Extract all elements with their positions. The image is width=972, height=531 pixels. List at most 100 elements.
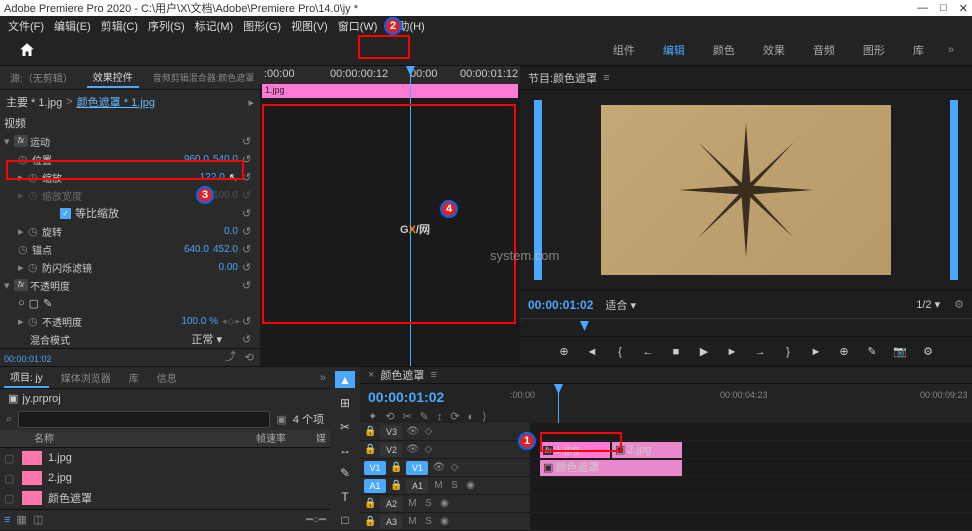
next-kf-icon[interactable]: ▸ [235,316,240,327]
stopwatch-icon[interactable]: ◷ [28,315,40,328]
solo-icon[interactable]: S [448,480,460,491]
prop-opacity-fx[interactable]: 不透明度 [30,278,242,293]
ws-editing[interactable]: 编辑 [649,36,699,64]
track-v3[interactable]: V3 [380,425,402,439]
lock-icon[interactable]: 🔒 [390,480,402,491]
snap-icon[interactable]: ✦ [368,410,377,423]
loop-icon[interactable]: ⟲ [245,351,254,364]
lift-icon[interactable]: ⊕ [835,343,853,361]
val-rotation[interactable]: 0.0 [224,226,238,237]
mute-icon[interactable]: M [432,480,444,491]
track-a1[interactable]: A1 [406,479,428,493]
track-v1-src[interactable]: V1 [364,461,386,475]
col-name[interactable]: 名称 [34,430,256,447]
mask-ellipse-icon[interactable]: ○ [18,297,25,309]
track-v1[interactable]: V1 [406,461,428,475]
button-editor-icon[interactable]: ⚙ [919,343,937,361]
search-input[interactable] [18,411,270,428]
menu-file[interactable]: 文件(F) [4,18,48,32]
step-fwd-icon[interactable]: ► [723,343,741,361]
min-btn[interactable]: — [917,2,928,15]
reset-icon[interactable]: ↺ [242,261,256,274]
list-view-icon[interactable]: ≡ [4,514,10,526]
program-frame[interactable] [601,105,891,275]
ws-overflow-icon[interactable]: » [948,44,954,56]
reset-icon[interactable]: ↺ [242,333,256,346]
menu-marker[interactable]: 标记(M) [191,18,238,32]
step-back-icon[interactable]: ← [639,343,657,361]
tab-project[interactable]: 项目: jy [4,367,49,388]
stopwatch-icon[interactable]: ◷ [28,225,40,238]
solo-icon[interactable]: S [422,498,434,509]
project-item[interactable]: ▢颜色遮罩 [0,488,330,508]
tab-effect-controls[interactable]: 效果控件 [87,67,139,88]
program-scrubber[interactable] [520,318,972,336]
ws-color[interactable]: 颜色 [699,36,749,64]
tab-audio-mixer[interactable]: 音频剪辑混合器:颜色遮罩 [147,69,261,86]
reset-icon[interactable]: ↺ [242,153,256,166]
project-item[interactable]: ▢2.jpg [0,468,330,488]
menu-view[interactable]: 视图(V) [287,18,332,32]
wrench-icon[interactable]: ↕ [437,411,443,423]
prev-kf-icon[interactable]: ◂ [222,316,227,327]
zoom-dropdown[interactable]: 1/2 ▾ [916,298,940,311]
ws-libraries[interactable]: 库 [899,36,938,64]
reset-icon[interactable]: ↺ [242,171,256,184]
blend-dropdown[interactable]: 正常 ▾ [191,331,222,347]
menu-window[interactable]: 窗口(W) [334,18,382,32]
menu-clip[interactable]: 剪辑(C) [97,18,142,32]
menu-edit[interactable]: 编辑(E) [50,18,95,32]
clip-matte[interactable]: ▣颜色遮罩 [540,460,682,476]
reset-icon[interactable]: ↺ [242,243,256,256]
rect-tool[interactable]: □ [335,512,355,529]
toggle-output-icon[interactable]: 👁 [432,462,444,473]
reset-icon[interactable]: ↺ [242,225,256,238]
prop-motion[interactable]: 运动 [30,134,242,149]
track-select-tool[interactable]: ⊞ [335,394,355,411]
slip-tool[interactable]: ↔ [335,441,355,458]
reset-icon[interactable]: ↺ [242,279,256,292]
marker-icon[interactable]: ✂ [402,410,411,423]
panel-menu-icon[interactable]: ≡ [430,369,436,381]
track-a1-src[interactable]: A1 [364,479,386,493]
timeline-timecode[interactable]: 00:00:01:02 [360,389,500,405]
max-btn[interactable]: □ [940,2,947,15]
tab-library[interactable]: 库 [123,368,145,387]
filter-icon[interactable]: ▣ [276,413,286,426]
lock-icon[interactable]: 🔒 [364,498,376,509]
close-btn[interactable]: ✕ [959,2,968,15]
project-item[interactable]: ▢1.jpg [0,448,330,468]
icon-view-icon[interactable]: ▦ [16,513,26,526]
settings-icon[interactable]: ⚙ [954,298,964,311]
val-anchor-y[interactable]: 452.0 [213,244,238,255]
reset-icon[interactable]: ↺ [242,207,256,220]
fx-badge[interactable]: fx [14,279,28,291]
tab-info[interactable]: 信息 [151,368,183,387]
ec-timecode[interactable]: 00:00:01:02 [4,354,52,364]
track-a3[interactable]: A3 [380,515,402,529]
menu-sequence[interactable]: 序列(S) [144,18,189,32]
reset-icon[interactable]: ↺ [242,135,256,148]
ec-clip[interactable]: 1.jpg [262,84,518,98]
uniform-scale-check[interactable]: ✓ [60,208,71,219]
stopwatch-icon[interactable]: ◷ [28,261,40,274]
overflow-icon[interactable]: » [320,372,326,384]
freeform-icon[interactable]: ◫ [33,513,43,526]
bin-icon[interactable]: ▣ [8,393,18,405]
toggle-output-icon[interactable]: 👁 [406,444,418,455]
track-v2[interactable]: V2 [380,443,402,457]
mute-icon[interactable]: M [406,516,418,527]
selection-tool[interactable]: ▲ [335,371,355,388]
type-tool[interactable]: T [335,488,355,505]
solo-icon[interactable]: S [422,516,434,527]
loop-icon[interactable]: ► [807,343,825,361]
val-anchor-x[interactable]: 640.0 [184,244,209,255]
in-icon[interactable]: ◄ [583,343,601,361]
ws-audio[interactable]: 音频 [799,36,849,64]
goto-in-icon[interactable]: { [611,343,629,361]
bc-clip[interactable]: 颜色遮罩 * 1.jpg [77,94,155,110]
linked-sel-icon[interactable]: ⟲ [385,410,394,423]
lock-icon[interactable]: 🔒 [390,462,402,473]
program-timecode[interactable]: 00:00:01:02 [528,298,593,312]
tl-settings-icon[interactable]: ✎ [420,410,429,423]
